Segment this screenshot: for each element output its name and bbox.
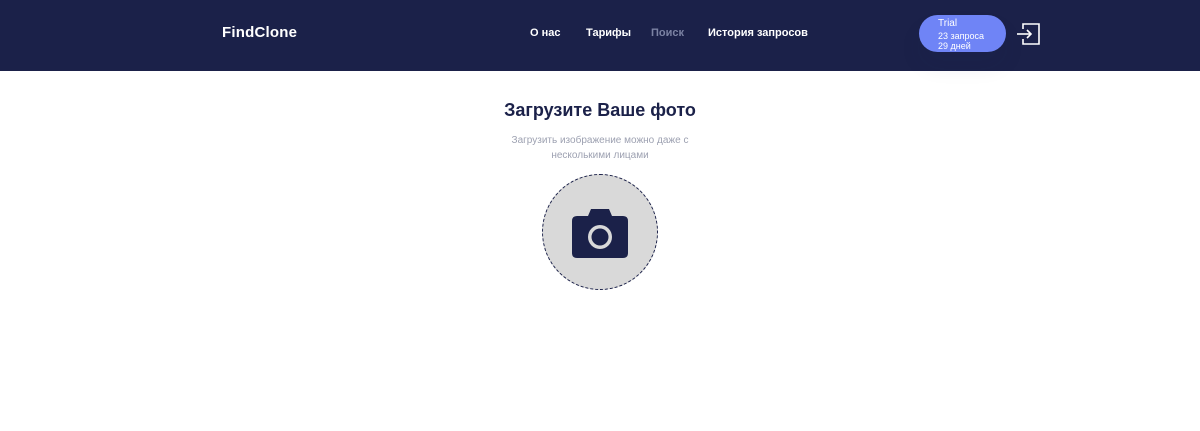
trial-days: 29 дней bbox=[938, 41, 971, 51]
top-header: FindClone О нас Тарифы Поиск История зап… bbox=[0, 0, 1200, 71]
login-button[interactable] bbox=[1016, 21, 1042, 47]
nav-search[interactable]: Поиск bbox=[651, 27, 684, 39]
trial-badge[interactable]: Trial 23 запроса 29 дней bbox=[919, 15, 1006, 52]
nav-pricing[interactable]: Тарифы bbox=[586, 27, 631, 39]
nav-history[interactable]: История запросов bbox=[708, 27, 808, 39]
subtitle-line-1: Загрузить изображение можно даже с bbox=[511, 135, 689, 146]
photo-upload-button[interactable] bbox=[542, 174, 658, 290]
page-subtitle: Загрузить изображение можно даже с неско… bbox=[500, 133, 700, 163]
logo[interactable]: FindClone bbox=[222, 24, 297, 41]
subtitle-line-2: несколькими лицами bbox=[551, 150, 649, 161]
camera-icon bbox=[572, 209, 628, 258]
login-icon bbox=[1017, 23, 1040, 45]
nav-about[interactable]: О нас bbox=[530, 27, 561, 39]
trial-plan: Trial bbox=[938, 18, 958, 29]
page-title: Загрузите Ваше фото bbox=[504, 100, 696, 120]
trial-requests: 23 запроса bbox=[938, 31, 985, 41]
